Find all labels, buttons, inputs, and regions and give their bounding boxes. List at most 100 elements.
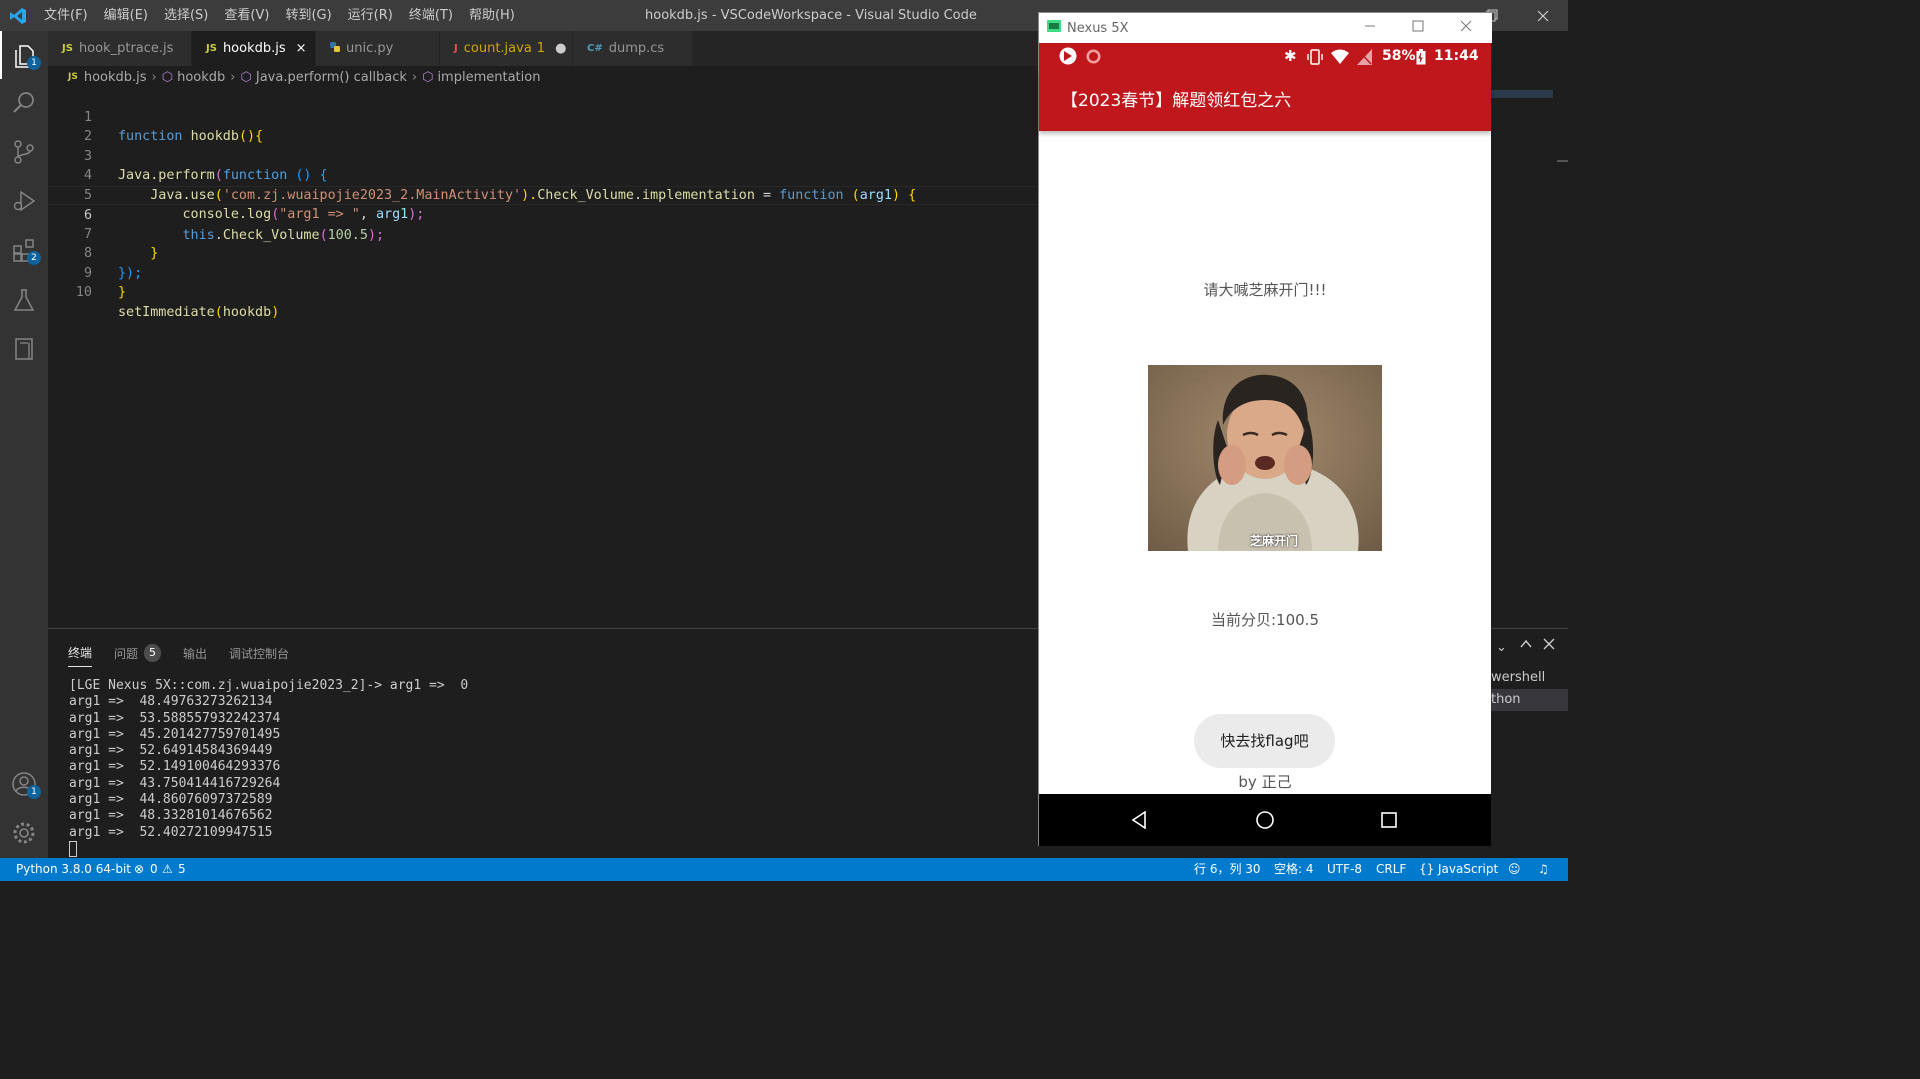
shell-list-item[interactable]: wershell [1491,667,1568,689]
tab-label: unic.py [346,41,394,56]
tab-dump-cs[interactable]: C# dump.cs [573,31,693,66]
python-file-icon [330,42,340,55]
emulator-window: Nexus 5X ✱ 58% 11:44 【2023春节】解题领红包之六 请大喊… [1038,12,1492,846]
window-title: hookdb.js - VSCodeWorkspace - Visual Stu… [645,8,977,23]
breadcrumb-callback[interactable]: Java.perform() callback [256,70,407,85]
menu-terminal[interactable]: 终端(T) [401,0,461,31]
maximize-icon[interactable] [1412,20,1424,36]
menu-help[interactable]: 帮助(H) [461,0,523,31]
back-icon[interactable] [1109,794,1169,846]
chevron-down-icon[interactable]: ⌄ [1496,640,1507,655]
tab-unic-py[interactable]: unic.py [316,31,440,66]
terminal-line: arg1 => 48.49763273262134 [69,694,273,710]
phone-screen: ✱ 58% 11:44 【2023春节】解题领红包之六 请大喊芝麻开门!!! 芝… [1039,43,1491,846]
menu-run[interactable]: 运行(R) [340,0,401,31]
meme-image: 芝麻开门 [1148,365,1382,551]
search-icon[interactable] [0,79,48,127]
problems-badge: 5 [144,644,162,662]
menu-selection[interactable]: 选择(S) [156,0,216,31]
terminal-line: arg1 => 48.33281014676562 [69,808,273,824]
run-debug-icon[interactable] [0,177,48,225]
language-mode[interactable]: JavaScript [1438,858,1498,881]
prompt-text: 请大喊芝麻开门!!! [1203,281,1327,299]
testing-flask-icon[interactable] [0,276,48,324]
explorer-badge: 1 [27,56,41,70]
tab-problems[interactable]: 问题 5 [114,639,162,667]
csharp-file-icon: C# [587,43,603,54]
code-line-current: 6 this.Check_Volume(100.5); [48,185,1038,243]
close-icon[interactable] [1460,20,1472,36]
tab-label: 问题 [114,646,139,661]
menu-go[interactable]: 转到(G) [277,0,339,31]
bluetooth-icon: ✱ [1284,47,1297,65]
tab-label: 调试控制台 [229,646,290,661]
home-icon[interactable] [1235,794,1295,846]
terminal-output[interactable]: [LGE Nexus 5X::com.zj.wuaipojie2023_2]->… [69,678,468,841]
tab-terminal[interactable]: 终端 [68,639,93,667]
code-line: 8 }); [48,225,1038,281]
breadcrumb-function[interactable]: hookdb [177,70,225,85]
python-interpreter[interactable]: Python 3.8.0 64-bit [16,858,131,881]
activity-bar: 1 2 1 [0,31,48,858]
line-ending[interactable]: CRLF [1376,858,1406,881]
tab-hookdb[interactable]: JS hookdb.js × [192,31,316,66]
tab-count-java[interactable]: J count.java 1 ● [440,31,573,66]
menu-view[interactable]: 查看(V) [216,0,277,31]
terminal-line: arg1 => 53.588557932242374 [69,710,281,726]
extensions-icon[interactable]: 2 [0,226,48,274]
punctuation: } [118,285,127,300]
no-sim-icon [1357,49,1372,69]
minimap[interactable] [1491,66,1568,628]
explorer-icon[interactable]: 1 [0,31,48,79]
app-toolbar-title: 【2023春节】解题领红包之六 [1039,71,1491,131]
feedback-icon[interactable]: ☺ [1508,858,1521,881]
gear-icon[interactable] [0,809,48,857]
code-line: 3 Java.perform(function () { [48,127,1038,184]
encoding[interactable]: UTF-8 [1327,858,1362,881]
maximize-panel-icon[interactable] [1519,637,1533,651]
menu-file[interactable]: 文件(F) [36,0,96,31]
breadcrumb-implementation[interactable]: implementation [437,70,540,85]
code-editor[interactable]: 1 function hookdb(){ 2 3 Java.perform(fu… [48,88,1038,628]
modified-dot-icon[interactable]: ● [555,41,566,56]
wifi-icon [1331,49,1349,68]
bell-icon[interactable]: ♫ [1538,858,1549,881]
source-control-icon[interactable] [0,128,48,176]
warning-count[interactable]: 5 [178,858,186,881]
warning-icon[interactable]: ⚠ [162,858,173,881]
terminal-cursor [69,841,77,857]
shell-list-item[interactable]: thon [1491,689,1568,711]
terminal-line: arg1 => 44.86076097372589 [69,792,273,808]
close-tab-icon[interactable]: × [296,41,307,56]
cursor-position[interactable]: 行 6，列 30 [1194,858,1261,881]
close-window-icon[interactable] [1536,0,1550,31]
tab-output[interactable]: 输出 [183,639,207,667]
find-flag-button[interactable]: 快去找flag吧 [1194,714,1335,768]
close-panel-icon[interactable] [1542,637,1556,651]
tab-label: count.java [463,41,532,56]
terminal-line: arg1 => 52.149100464293376 [69,759,281,775]
breadcrumb-file[interactable]: hookdb.js [84,70,147,85]
terminal-line: [LGE Nexus 5X::com.zj.wuaipojie2023_2]->… [69,678,469,693]
extensions-badge: 2 [27,251,41,265]
recents-icon[interactable] [1359,794,1419,846]
code-line: 9 } [48,244,1038,301]
error-count[interactable]: 0 [150,858,158,881]
indentation[interactable]: 空格: 4 [1274,858,1314,881]
menu-bar: 文件(F) 编辑(E) 选择(S) 查看(V) 转到(G) 运行(R) 终端(T… [36,0,523,31]
minimize-icon[interactable] [1364,20,1376,36]
error-icon[interactable]: ⊗ [134,858,144,881]
status-bar: Python 3.8.0 64-bit ⊗ 0 ⚠ 5 行 6，列 30 空格:… [0,858,1568,881]
menu-edit[interactable]: 编辑(E) [96,0,156,31]
tab-hook-ptrace[interactable]: JS hook_ptrace.js [48,31,192,66]
vscode-logo-icon [0,0,36,31]
accounts-icon[interactable]: 1 [0,760,48,808]
function-symbol-icon: ⬡ [422,69,434,85]
notebook-icon[interactable] [0,325,48,373]
function-symbol-icon: ⬡ [240,69,252,85]
code-line: 1 function hookdb(){ [48,88,1038,145]
accounts-badge: 1 [27,785,41,799]
image-caption: 芝麻开门 [1249,534,1298,548]
tab-debug-console[interactable]: 调试控制台 [229,639,289,667]
js-file-icon: JS [206,43,217,54]
